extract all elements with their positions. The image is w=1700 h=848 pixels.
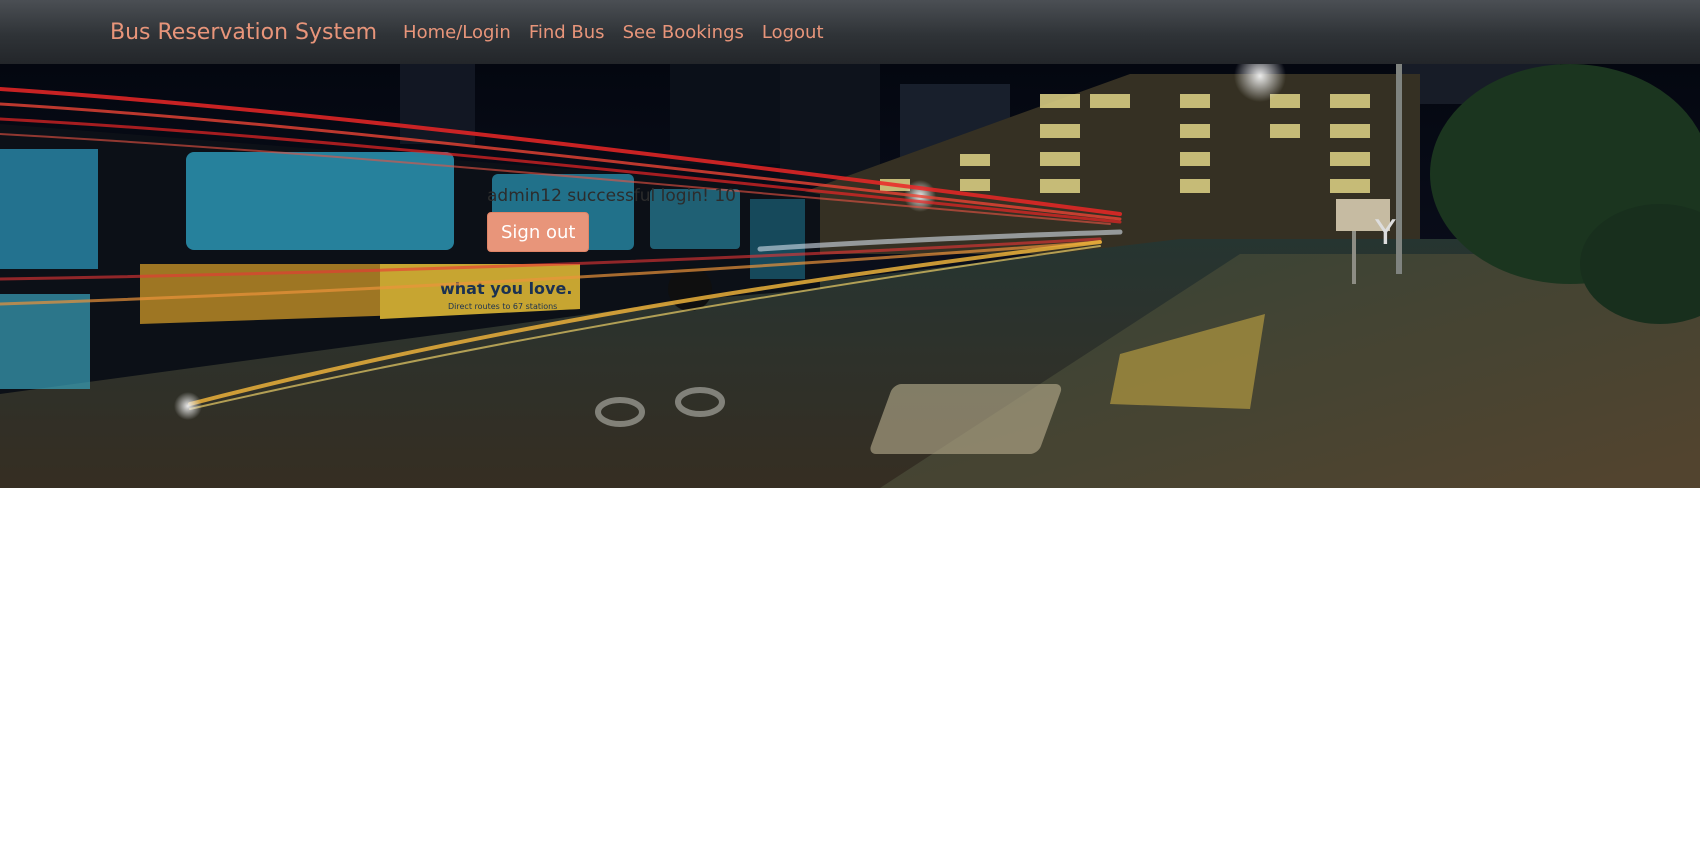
- nav-item-logout: Logout: [762, 22, 824, 43]
- hero-background-image: Y what you love. Direct routes to 67 sta…: [0, 64, 1700, 488]
- top-navbar: Bus Reservation System Home/Login Find B…: [0, 0, 1700, 64]
- see-bookings-link[interactable]: See Bookings: [623, 22, 744, 43]
- nav-item-see-bookings: See Bookings: [623, 22, 744, 43]
- nav-item-find-bus: Find Bus: [529, 22, 605, 43]
- sign-out-button[interactable]: Sign out: [487, 212, 590, 252]
- logout-link[interactable]: Logout: [762, 22, 824, 43]
- nav-menu: Home/Login Find Bus See Bookings Logout: [403, 22, 823, 43]
- home-login-link[interactable]: Home/Login: [403, 22, 511, 43]
- login-success-message: admin12 successful login! 10: [487, 186, 736, 206]
- brand-link[interactable]: Bus Reservation System: [110, 20, 377, 45]
- nav-item-home-login: Home/Login: [403, 22, 511, 43]
- find-bus-link[interactable]: Find Bus: [529, 22, 605, 43]
- hero-banner: Y what you love. Direct routes to 67 sta…: [0, 64, 1700, 488]
